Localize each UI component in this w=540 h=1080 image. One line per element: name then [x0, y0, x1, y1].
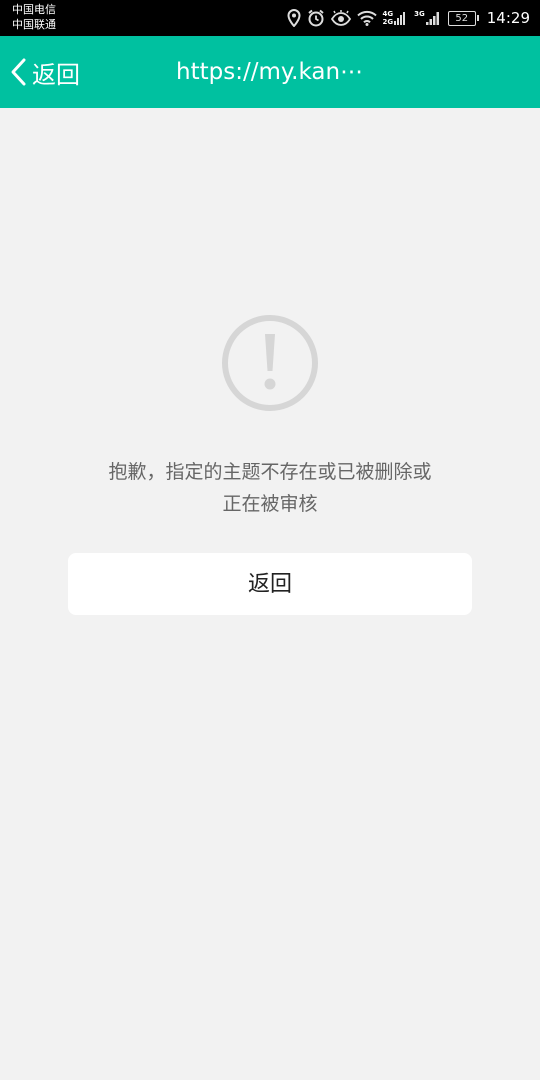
carrier-2: 中国联通 [12, 18, 56, 31]
clock: 14:29 [486, 9, 530, 27]
status-icons: 4G 2G 3G 52 14:29 [287, 0, 530, 36]
back-button[interactable]: 返回 [10, 36, 80, 108]
carrier-1: 中国电信 [12, 3, 56, 16]
wifi-icon [356, 10, 377, 26]
carrier-names: 中国电信 中国联通 [12, 2, 56, 32]
back-label: 返回 [32, 60, 80, 89]
network-type-1: 4G [382, 10, 394, 18]
error-message-line-1: 抱歉，指定的主题不存在或已被删除或 [108, 461, 432, 483]
eye-comfort-icon [330, 10, 351, 26]
status-bar: 中国电信 中国联通 4G 2G 3G 52 14:29 [0, 0, 540, 36]
battery-indicator: 52 [447, 10, 479, 26]
battery-level: 52 [447, 10, 476, 26]
return-button[interactable]: 返回 [68, 553, 472, 615]
exclamation-circle-icon [221, 314, 319, 412]
page-title: https://my.kan⋯ [176, 59, 364, 85]
chevron-left-icon [10, 57, 28, 87]
signal-1: 4G 2G [383, 10, 409, 26]
battery-cap [476, 15, 479, 21]
nav-bar: 返回 https://my.kan⋯ [0, 36, 540, 108]
signal-2: 3G [414, 10, 442, 26]
error-message: 抱歉，指定的主题不存在或已被删除或 正在被审核 [60, 456, 480, 520]
network-type-2: 3G [414, 10, 425, 18]
signal-bars-icon [394, 10, 408, 26]
alarm-icon [307, 9, 325, 27]
network-type-1b: 2G [382, 18, 394, 26]
signal-bars-icon [425, 10, 442, 26]
error-message-line-2: 正在被审核 [222, 493, 318, 515]
location-icon [287, 9, 301, 27]
